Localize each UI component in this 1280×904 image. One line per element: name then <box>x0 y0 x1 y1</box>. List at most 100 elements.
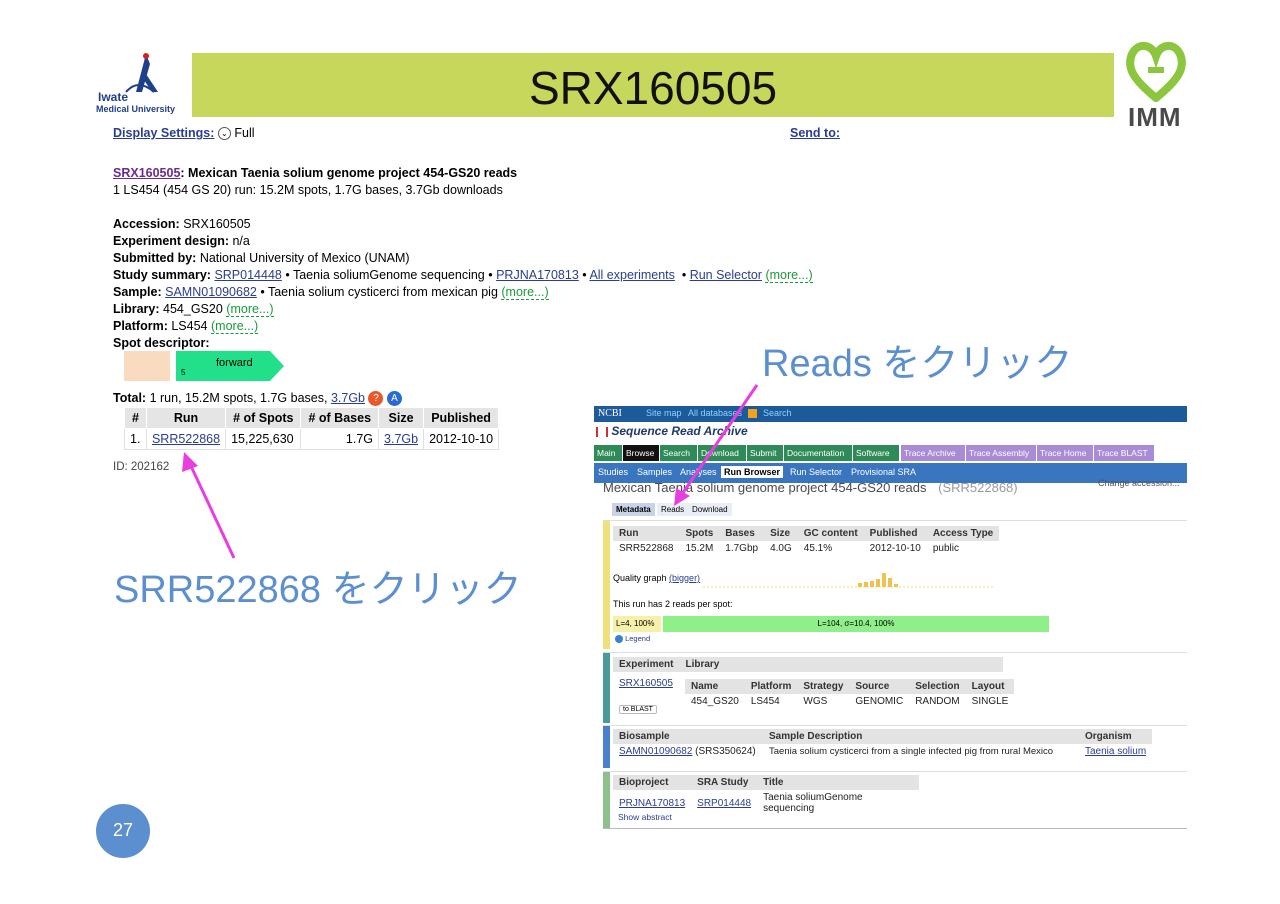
annotation-reads: Reads をクリック <box>762 343 1073 385</box>
nav-documentation[interactable]: Documentation <box>784 445 852 461</box>
study-link[interactable]: SRP014448 <box>214 268 281 282</box>
experiment-link[interactable]: SRX160505 <box>619 678 673 689</box>
record-summary: 1 LS454 (454 GS 20) run: 15.2M spots, 1.… <box>113 183 503 197</box>
run-subtabs: Metadata Reads Download <box>612 503 742 517</box>
page-number: 27 <box>112 820 134 840</box>
sample-more-link[interactable]: (more...) <box>501 285 549 300</box>
nav-search[interactable]: Search <box>660 445 697 461</box>
all-databases-link[interactable]: All databases <box>688 408 742 418</box>
sample-row: Sample: SAMN01090682 • Taenia solium cys… <box>113 285 549 300</box>
published-cell: 2012-10-10 <box>423 428 500 450</box>
accession-value: SRX160505 <box>183 217 251 231</box>
nav-browse[interactable]: Browse <box>623 445 659 461</box>
srs-id: (SRS350624) <box>695 746 756 757</box>
run-table-header: Run Spots Bases Size GC content Publishe… <box>613 526 1000 541</box>
legend-link[interactable]: Legend <box>615 634 650 644</box>
size-link[interactable]: 3.7Gb <box>384 432 418 446</box>
run-link[interactable]: SRR522868 <box>152 432 220 446</box>
study-text: • Taenia soliumGenome sequencing • <box>285 268 493 282</box>
total-download-link[interactable]: 3.7Gb <box>331 391 365 405</box>
subnav-studies[interactable]: Studies <box>598 467 628 477</box>
nav-trace-home[interactable]: Trace Home <box>1037 445 1093 461</box>
bioproject-link[interactable]: PRJNA170813 <box>496 268 579 282</box>
subnav-samples[interactable]: Samples <box>637 467 672 477</box>
col-header: # of Spots <box>225 407 302 429</box>
run-section: Run Spots Bases Size GC content Publishe… <box>603 520 1187 649</box>
search-top-link[interactable]: Search <box>763 408 792 418</box>
biosample-section: Biosample Sample Description Organism SA… <box>603 725 1187 768</box>
experiment-header: Experiment Library <box>613 657 1004 672</box>
study-more-link[interactable]: (more...) <box>765 268 813 283</box>
accession-heading-link[interactable]: SRX160505 <box>113 166 180 180</box>
col-header: GC content <box>797 526 864 541</box>
sra-study-link[interactable]: SRP014448 <box>697 798 751 809</box>
display-settings-value: Full <box>234 126 255 140</box>
all-experiments-link[interactable]: All experiments <box>589 268 674 282</box>
subnav-run-browser[interactable]: Run Browser <box>721 466 784 478</box>
nav-main[interactable]: Main <box>594 445 622 461</box>
bioproject-link[interactable]: PRJNA170813 <box>619 798 685 809</box>
to-blast-button[interactable]: to BLAST <box>619 705 657 714</box>
total-text: 1 run, 15.2M spots, 1.7G bases, <box>149 391 328 405</box>
spot-forward-label: forward <box>216 357 253 369</box>
dropdown-icon[interactable]: ⌄ <box>217 127 231 141</box>
tab-metadata[interactable]: Metadata <box>612 503 655 516</box>
logo-text-university: Medical University <box>96 104 176 114</box>
tab-reads[interactable]: Reads <box>657 503 689 516</box>
design-row: Experiment design: n/a <box>113 234 250 248</box>
bases-cell: 1.7G <box>300 428 380 450</box>
aspera-icon[interactable]: A <box>386 391 402 407</box>
run-selector-link[interactable]: Run Selector <box>690 268 762 282</box>
subnav-provisional-sra[interactable]: Provisional SRA <box>851 467 916 477</box>
subnav-run-selector[interactable]: Run Selector <box>790 467 842 477</box>
run-browser-title: Mexican Taenia solium genome project 454… <box>603 480 1018 495</box>
ncbi-top-bar: NCBI Site map All databases Search <box>594 406 1187 422</box>
col-header: Platform <box>744 679 798 694</box>
change-accession-link[interactable]: Change accession... <box>1098 478 1186 488</box>
col-header: Spots <box>679 526 720 541</box>
iwate-logo: Iwate Medical University <box>96 50 186 120</box>
platform-more-link[interactable]: (more...) <box>211 319 259 334</box>
tab-download[interactable]: Download <box>688 503 732 516</box>
col-header: Bioproject <box>613 775 692 790</box>
sra-app-title: Sequence Read Archive <box>596 424 748 438</box>
help-icon[interactable]: ? <box>368 391 384 407</box>
col-header: Title <box>757 775 920 790</box>
biosample-link[interactable]: SAMN01090682 <box>619 746 692 757</box>
nav-trace-assembly[interactable]: Trace Assembly <box>966 445 1036 461</box>
sample-link[interactable]: SAMN01090682 <box>165 285 257 299</box>
lib-platform-cell: LS454 <box>750 696 780 707</box>
col-header: Sample Description <box>763 729 1079 744</box>
imm-logo-text: IMM <box>1128 102 1182 132</box>
nav-trace-archive[interactable]: Trace Archive <box>901 445 965 461</box>
library-row: Library: 454_GS20 (more...) <box>113 302 274 317</box>
nav-download[interactable]: Download <box>698 445 746 461</box>
read-technical: L=4, 100% <box>613 616 661 632</box>
slide-title: SRX160505 <box>528 62 778 114</box>
site-map-link[interactable]: Site map <box>646 408 682 418</box>
arrow-to-run <box>188 463 236 559</box>
section-bar <box>603 726 610 768</box>
bioproject-section: Bioproject SRA Study Title PRJNA170813 S… <box>603 771 1187 829</box>
imm-logo: IMM <box>1124 40 1188 132</box>
show-abstract-link[interactable]: Show abstract <box>618 812 672 822</box>
lib-source-cell: GENOMIC <box>855 696 904 707</box>
quality-bigger-link[interactable]: (bigger) <box>669 573 700 583</box>
nav-submit[interactable]: Submit <box>747 445 783 461</box>
display-settings-link[interactable]: Display Settings: <box>113 126 214 140</box>
subnav-analyses[interactable]: Analyses <box>680 467 717 477</box>
sra-main-nav: Main Browse Search Download Submit Docum… <box>594 445 1187 462</box>
table-row: 1. SRR522868 15,225,630 1.7G 3.7Gb 2012-… <box>124 428 500 450</box>
send-to-link[interactable]: Send to: <box>790 125 840 142</box>
nav-software[interactable]: Software <box>853 445 899 461</box>
ncbi-logo[interactable]: NCBI <box>598 408 622 419</box>
nav-trace-blast[interactable]: Trace BLAST <box>1094 445 1154 461</box>
library-value: 454_GS20 <box>163 302 223 316</box>
library-more-link[interactable]: (more...) <box>226 302 274 317</box>
table-row: 454_GS20 LS454 WGS GENOMIC RANDOM SINGLE <box>685 694 1014 709</box>
section-bar <box>603 653 610 723</box>
organism-link[interactable]: Taenia solium <box>1085 746 1146 757</box>
run-cell: SRR522868 <box>619 543 674 554</box>
sample-text: • Taenia solium cysticerci from mexican … <box>260 285 498 299</box>
col-header: Biosample <box>613 729 763 744</box>
